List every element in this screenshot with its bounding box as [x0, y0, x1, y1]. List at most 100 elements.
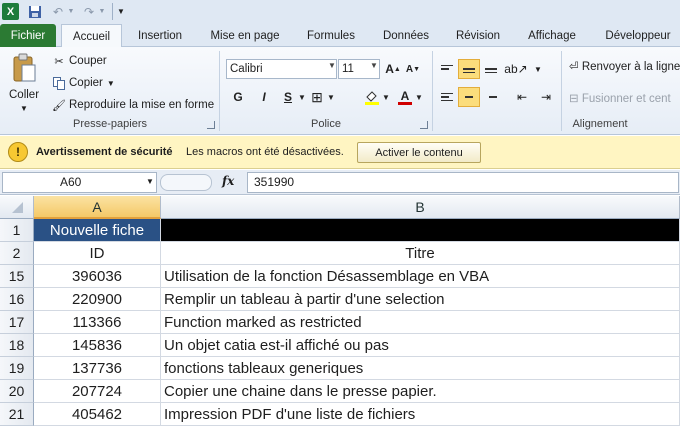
- font-color-button[interactable]: A: [396, 87, 414, 107]
- shrink-font-button[interactable]: A ▼: [404, 59, 422, 79]
- name-box[interactable]: A60: [2, 172, 157, 193]
- chevron-down-icon[interactable]: ▼: [146, 177, 154, 186]
- tab-formulas[interactable]: Formules: [298, 24, 364, 47]
- id-cell[interactable]: 145836: [34, 334, 161, 357]
- wrap-text-button[interactable]: ⏎ Renvoyer à la ligne: [569, 59, 680, 73]
- decrease-indent-icon[interactable]: ⇤: [511, 87, 533, 107]
- row-header[interactable]: 21: [0, 403, 34, 426]
- id-cell[interactable]: 137736: [34, 357, 161, 380]
- id-cell[interactable]: 207724: [34, 380, 161, 403]
- row-header[interactable]: 20: [0, 380, 34, 403]
- underline-button[interactable]: S: [279, 87, 297, 107]
- font-launcher-icon[interactable]: [420, 121, 428, 129]
- row-header[interactable]: 16: [0, 288, 34, 311]
- fill-dropdown-icon[interactable]: ▼: [381, 87, 391, 107]
- column-header-b[interactable]: B: [161, 196, 680, 219]
- tab-view[interactable]: Affichage: [520, 24, 584, 47]
- align-bottom-button[interactable]: [480, 59, 502, 79]
- copy-label: Copier: [69, 77, 103, 89]
- font-group-label: Police: [311, 118, 341, 130]
- tab-home[interactable]: Accueil: [61, 24, 122, 48]
- paste-dropdown-icon[interactable]: ▼: [20, 104, 28, 113]
- title-cell[interactable]: Un objet catia est-il affiché ou pas: [161, 334, 680, 357]
- row-header[interactable]: 2: [0, 242, 34, 265]
- row-header[interactable]: 15: [0, 265, 34, 288]
- align-left-icon: [441, 92, 453, 102]
- redo-dropdown-icon[interactable]: ▼: [98, 3, 106, 20]
- merge-icon: ⊟: [569, 93, 582, 105]
- formula-bar-toggle[interactable]: [160, 174, 212, 191]
- id-cell[interactable]: 220900: [34, 288, 161, 311]
- tab-page-layout[interactable]: Mise en page: [205, 24, 285, 47]
- id-cell[interactable]: 396036: [34, 265, 161, 288]
- select-all-corner[interactable]: [0, 196, 34, 219]
- row-header[interactable]: 1: [0, 219, 34, 242]
- enable-content-button[interactable]: Activer le contenu: [357, 142, 481, 163]
- cell-b2[interactable]: Titre: [161, 242, 680, 265]
- wrap-text-icon: ⏎: [569, 61, 582, 73]
- paste-button[interactable]: Coller: [9, 89, 39, 101]
- save-icon[interactable]: [27, 3, 43, 20]
- title-cell[interactable]: fonctions tableaux generiques: [161, 357, 680, 380]
- tab-developer[interactable]: Développeur: [596, 24, 680, 47]
- increase-indent-icon[interactable]: ⇥: [535, 87, 557, 107]
- insert-function-icon[interactable]: fx: [222, 174, 234, 188]
- format-painter-button[interactable]: 🖌 Reproduire la mise en forme: [52, 96, 214, 114]
- paste-icon[interactable]: [12, 53, 36, 83]
- grow-font-button[interactable]: A ▲: [384, 59, 402, 79]
- row-header[interactable]: 17: [0, 311, 34, 334]
- customize-icon[interactable]: ▼: [117, 3, 125, 20]
- tab-review[interactable]: Révision: [447, 24, 509, 47]
- column-header-a[interactable]: A: [34, 196, 161, 219]
- spreadsheet-grid: A B 1 Nouvelle fiche 2 ID Titre 15 39603…: [0, 196, 680, 429]
- group-divider: [432, 51, 433, 131]
- align-center-button[interactable]: [458, 87, 480, 107]
- title-cell[interactable]: Impression PDF d'une liste de fichiers: [161, 403, 680, 426]
- merge-center-button[interactable]: ⊟ Fusionner et cent: [569, 91, 671, 105]
- formula-bar: A60 ▼ fx 351990: [0, 170, 680, 195]
- title-cell[interactable]: Copier une chaine dans le presse papier.: [161, 380, 680, 403]
- align-top-button[interactable]: [436, 59, 458, 79]
- toolbar-divider: [112, 3, 113, 20]
- redo-icon[interactable]: ↷: [82, 3, 96, 20]
- id-cell[interactable]: 113366: [34, 311, 161, 334]
- align-right-button[interactable]: [480, 87, 502, 107]
- align-left-button[interactable]: [436, 87, 458, 107]
- security-warning-title: Avertissement de sécurité: [36, 146, 173, 158]
- italic-button[interactable]: I: [255, 87, 273, 107]
- tab-data[interactable]: Données: [377, 24, 435, 47]
- formula-input[interactable]: 351990: [247, 172, 679, 193]
- orientation-icon[interactable]: ab↗: [504, 59, 527, 79]
- undo-icon[interactable]: ↶: [51, 3, 65, 20]
- chevron-down-icon[interactable]: ▼: [370, 61, 378, 70]
- clipboard-launcher-icon[interactable]: [207, 121, 215, 129]
- fill-color-icon[interactable]: [363, 87, 381, 107]
- borders-dropdown-icon[interactable]: ▼: [326, 87, 336, 107]
- row-header[interactable]: 18: [0, 334, 34, 357]
- font-color-dropdown-icon[interactable]: ▼: [414, 87, 424, 107]
- title-cell[interactable]: Utilisation de la fonction Désassemblage…: [161, 265, 680, 288]
- title-cell[interactable]: Remplir un tableau à partir d'une select…: [161, 288, 680, 311]
- chevron-down-icon[interactable]: ▼: [328, 61, 336, 70]
- copy-dropdown-icon[interactable]: ▼: [107, 79, 115, 88]
- row-header[interactable]: 19: [0, 357, 34, 380]
- excel-logo-icon[interactable]: X: [2, 3, 19, 20]
- title-cell[interactable]: Function marked as restricted: [161, 311, 680, 334]
- font-name-select[interactable]: Calibri: [226, 59, 337, 79]
- tab-file[interactable]: Fichier: [0, 24, 56, 47]
- align-middle-button[interactable]: [458, 59, 480, 79]
- id-cell[interactable]: 405462: [34, 403, 161, 426]
- align-right-icon: [485, 93, 497, 102]
- cut-button[interactable]: ✂ Couper: [52, 52, 106, 70]
- cell-a1[interactable]: Nouvelle fiche: [34, 219, 161, 242]
- underline-dropdown-icon[interactable]: ▼: [297, 87, 307, 107]
- tab-insert[interactable]: Insertion: [128, 24, 192, 47]
- cell-b1[interactable]: [161, 219, 680, 242]
- copy-button[interactable]: Copier ▼: [52, 74, 115, 92]
- bold-button[interactable]: G: [229, 87, 247, 107]
- copy-icon: [52, 76, 66, 90]
- borders-icon[interactable]: ⊞: [308, 87, 326, 107]
- cell-a2[interactable]: ID: [34, 242, 161, 265]
- orientation-dropdown-icon[interactable]: ▼: [527, 59, 549, 79]
- undo-dropdown-icon[interactable]: ▼: [67, 3, 75, 20]
